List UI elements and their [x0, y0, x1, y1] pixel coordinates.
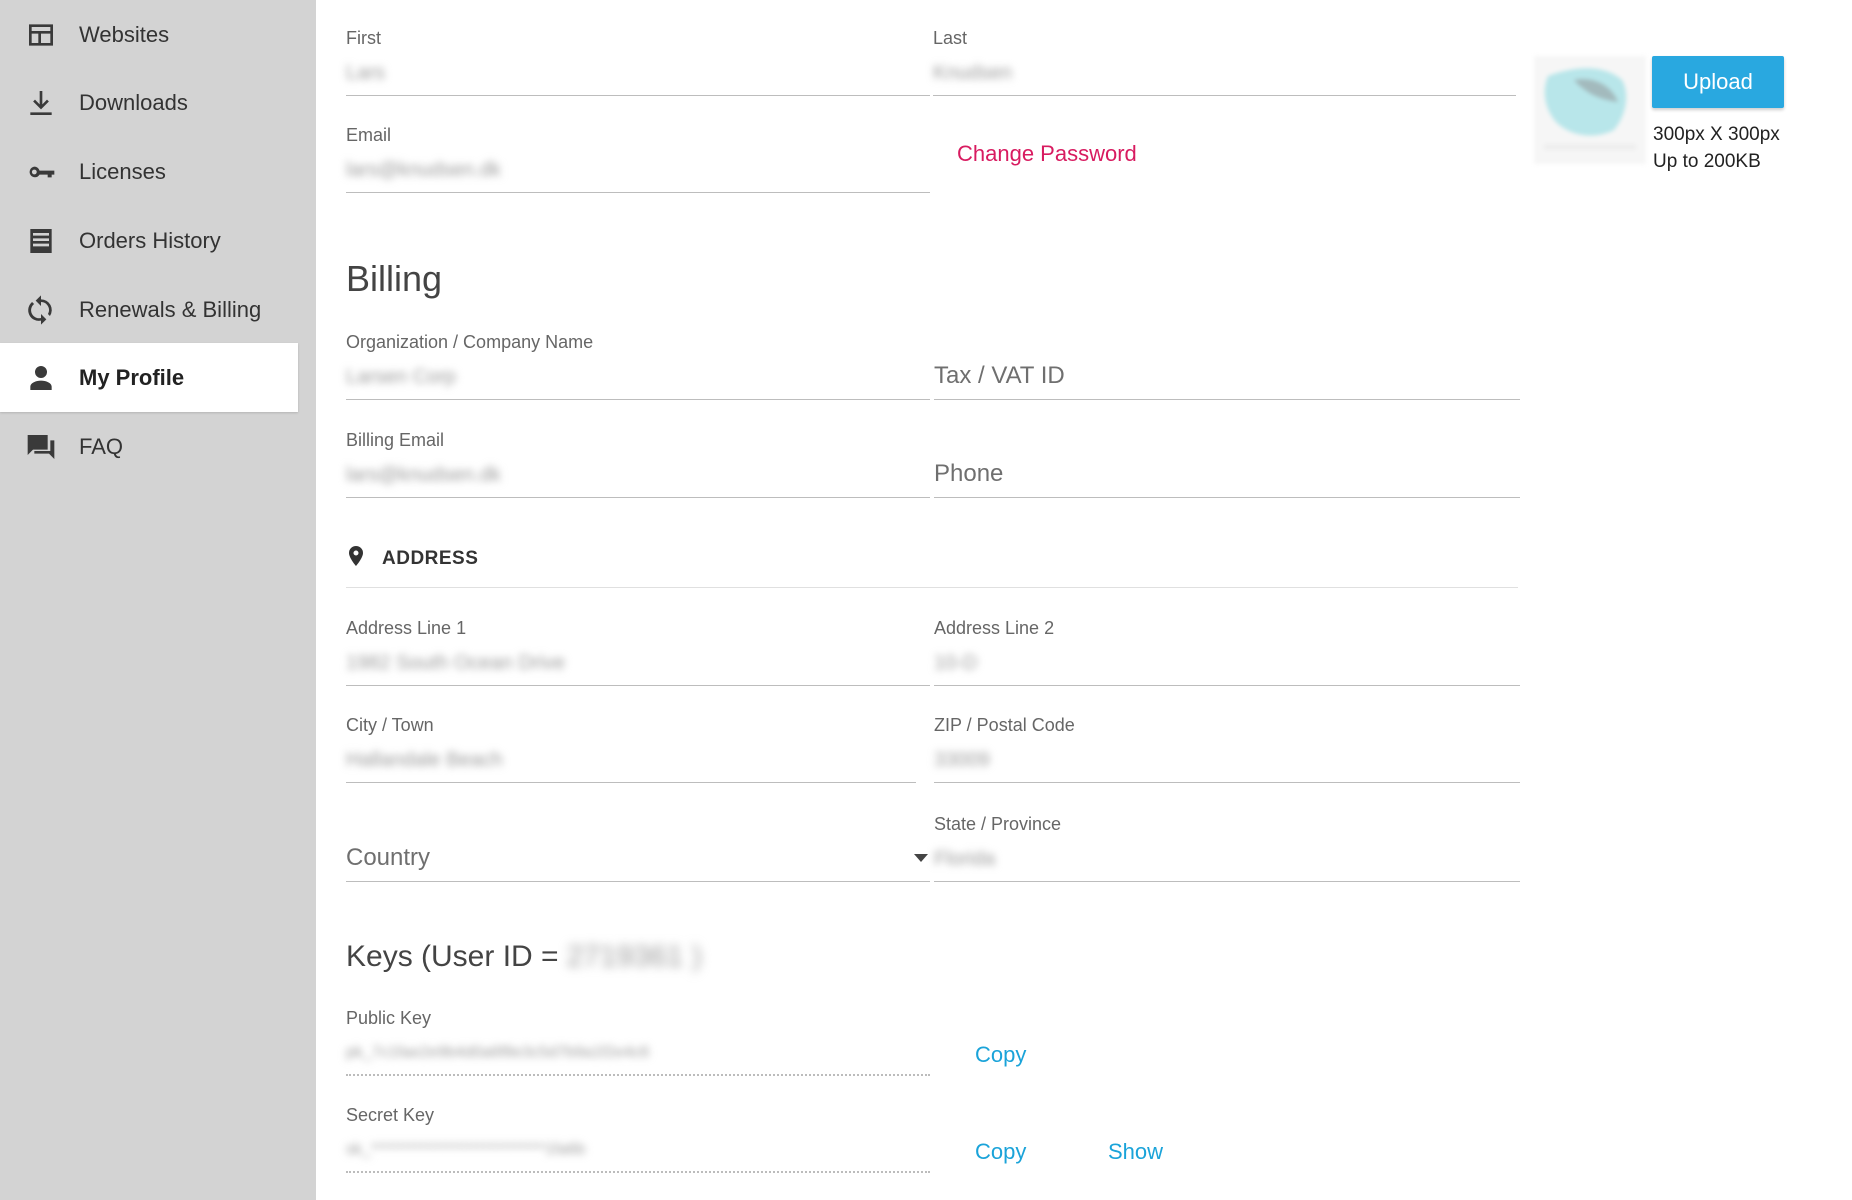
profile-panel: First Lars Last Knudsen Email lars@knuds…: [316, 0, 1852, 1200]
tax-id-underline: [934, 399, 1520, 400]
websites-icon: [24, 18, 58, 52]
list-icon: [24, 224, 58, 258]
upload-limit-note: Up to 200KB: [1653, 151, 1761, 172]
secret-key-value: sk_****************************1fa6b: [346, 1141, 586, 1158]
state-field[interactable]: State / Province Florida: [934, 814, 1520, 884]
address-line2-value: 10-D: [934, 652, 978, 674]
public-key-value: pk_7c1fae2e9b4d0a6f8e3c5d7b9a1f2e4c6: [346, 1044, 650, 1061]
email-underline: [346, 192, 930, 193]
first-name-label: First: [346, 28, 381, 48]
secret-key-field[interactable]: Secret Key sk_**************************…: [346, 1105, 930, 1175]
first-name-field[interactable]: First Lars: [346, 28, 930, 98]
tax-id-placeholder: Tax / VAT ID: [934, 362, 1065, 389]
phone-field[interactable]: Phone: [934, 430, 1520, 500]
upload-button[interactable]: Upload: [1652, 56, 1784, 108]
country-select[interactable]: Country: [346, 814, 930, 884]
person-icon: [24, 361, 58, 395]
sidebar: Websites Downloads Licenses Orders Histo…: [0, 0, 316, 1200]
address-line1-label: Address Line 1: [346, 618, 467, 638]
billing-email-value: lars@knudsen.dk: [346, 464, 501, 486]
avatar: [1534, 56, 1646, 164]
sidebar-item-websites[interactable]: Websites: [0, 0, 298, 69]
sidebar-item-label: Orders History: [79, 227, 221, 253]
last-name-field[interactable]: Last Knudsen: [933, 28, 1516, 98]
copy-public-key-button[interactable]: Copy: [975, 1042, 1026, 1068]
city-underline: [346, 782, 916, 783]
sidebar-item-licenses[interactable]: Licenses: [0, 137, 298, 206]
company-name-label: Organization / Company Name: [346, 332, 594, 352]
email-label: Email: [346, 125, 392, 145]
first-name-underline: [346, 95, 930, 96]
sidebar-item-downloads[interactable]: Downloads: [0, 68, 298, 137]
email-value: lars@knudsen.dk: [346, 159, 501, 181]
tax-id-field[interactable]: Tax / VAT ID: [934, 332, 1520, 402]
keys-title: Keys (User ID = 2719361 ): [346, 940, 702, 974]
sidebar-item-renewals-billing[interactable]: Renewals & Billing: [0, 275, 298, 344]
last-name-label: Last: [933, 28, 968, 48]
sidebar-item-label: Renewals & Billing: [79, 296, 262, 322]
billing-email-label: Billing Email: [346, 430, 445, 450]
phone-underline: [934, 497, 1520, 498]
change-password-link[interactable]: Change Password: [957, 141, 1137, 167]
city-value: Hallandale Beach: [346, 749, 503, 771]
billing-title: Billing: [346, 258, 443, 299]
public-key-underline: [346, 1074, 930, 1076]
address-line1-underline: [346, 685, 930, 686]
secret-key-underline: [346, 1171, 930, 1173]
chevron-down-icon: [914, 854, 928, 862]
sidebar-item-label: Licenses: [79, 158, 166, 184]
email-field[interactable]: Email lars@knudsen.dk: [346, 125, 930, 195]
sidebar-item-orders-history[interactable]: Orders History: [0, 206, 298, 275]
city-field[interactable]: City / Town Hallandale Beach: [346, 715, 916, 785]
zip-field[interactable]: ZIP / Postal Code 33009: [934, 715, 1520, 785]
state-label: State / Province: [934, 814, 1062, 834]
country-placeholder: Country: [346, 844, 431, 871]
company-name-underline: [346, 399, 930, 400]
company-name-value: Larsen Corp: [346, 366, 457, 388]
company-name-field[interactable]: Organization / Company Name Larsen Corp: [346, 332, 930, 402]
secret-key-label: Secret Key: [346, 1105, 435, 1125]
sidebar-item-label: FAQ: [79, 433, 124, 459]
download-icon: [24, 86, 58, 120]
copy-secret-key-button[interactable]: Copy: [975, 1139, 1026, 1165]
public-key-label: Public Key: [346, 1008, 432, 1028]
sidebar-item-label: Downloads: [79, 89, 188, 115]
sidebar-item-faq[interactable]: FAQ: [0, 412, 298, 481]
zip-value: 33009: [934, 749, 990, 771]
country-underline: [346, 881, 930, 882]
address-line1-field[interactable]: Address Line 1 1982 South Ocean Drive: [346, 618, 930, 688]
address-line1-value: 1982 South Ocean Drive: [346, 652, 566, 674]
city-label: City / Town: [346, 715, 434, 735]
last-name-value: Knudsen: [933, 62, 1012, 84]
state-value: Florida: [934, 848, 996, 870]
sidebar-item-label: My Profile: [79, 364, 185, 390]
chat-icon: [24, 430, 58, 464]
upload-size-note: 300px X 300px: [1653, 124, 1780, 145]
refresh-icon: [24, 293, 58, 327]
last-name-underline: [933, 95, 1516, 96]
public-key-field[interactable]: Public Key pk_7c1fae2e9b4d0a6f8e3c5d7b9a…: [346, 1008, 930, 1078]
key-icon: [24, 155, 58, 189]
address-line2-field[interactable]: Address Line 2 10-D: [934, 618, 1520, 688]
address-line2-underline: [934, 685, 1520, 686]
user-id-value: 2719361 ): [566, 940, 702, 973]
address-section-header: ADDRESS: [346, 544, 1518, 588]
state-underline: [934, 881, 1520, 882]
sidebar-item-label: Websites: [79, 21, 170, 47]
zip-underline: [934, 782, 1520, 783]
address-line2-label: Address Line 2: [934, 618, 1055, 638]
sidebar-item-my-profile[interactable]: My Profile: [0, 343, 298, 412]
zip-label: ZIP / Postal Code: [934, 715, 1075, 735]
keys-title-prefix: Keys (User ID =: [346, 940, 559, 973]
billing-email-field[interactable]: Billing Email lars@knudsen.dk: [346, 430, 930, 500]
first-name-value: Lars: [346, 62, 385, 84]
billing-email-underline: [346, 497, 930, 498]
location-pin-icon: [346, 546, 366, 570]
phone-placeholder: Phone: [934, 460, 1004, 487]
address-heading: ADDRESS: [382, 548, 479, 569]
show-secret-key-button[interactable]: Show: [1108, 1139, 1163, 1165]
